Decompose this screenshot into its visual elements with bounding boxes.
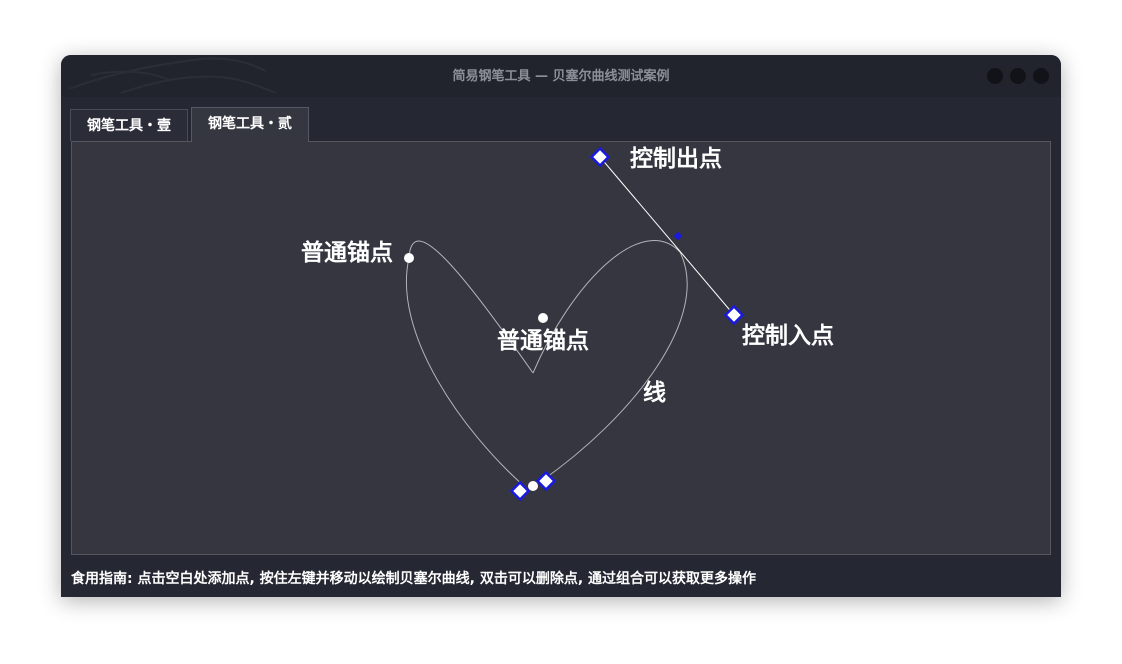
- usage-guide: 食用指南: 点击空白处添加点, 按住左键并移动以绘制贝塞尔曲线, 双击可以删除点…: [71, 571, 757, 587]
- control-handle-line: [599, 156, 735, 316]
- title-bar[interactable]: 简易钢笔工具 — 贝塞尔曲线测试案例: [61, 55, 1061, 97]
- control-point-out[interactable]: [589, 146, 611, 168]
- label-line: 线: [643, 380, 666, 406]
- window-controls: [987, 68, 1049, 84]
- control-point-bottom-right[interactable]: [535, 470, 557, 492]
- maximize-button[interactable]: [1010, 68, 1026, 84]
- close-button[interactable]: [1033, 68, 1049, 84]
- anchor-point-left[interactable]: [404, 253, 414, 263]
- minimize-button[interactable]: [987, 68, 1003, 84]
- anchor-point-center[interactable]: [538, 313, 548, 323]
- tab-pen-tool-2[interactable]: 钢笔工具・贰: [191, 107, 309, 142]
- anchor-point-bottom[interactable]: [528, 481, 538, 491]
- label-anchor-left: 普通锚点: [301, 240, 393, 266]
- control-point-bottom-left[interactable]: [509, 480, 531, 502]
- control-point-in[interactable]: [723, 304, 745, 326]
- label-control-out: 控制出点: [630, 146, 722, 172]
- handle-midpoint-marker: [673, 231, 683, 241]
- label-anchor-center: 普通锚点: [497, 328, 589, 354]
- label-control-in: 控制入点: [742, 323, 834, 349]
- app-window: 简易钢笔工具 — 贝塞尔曲线测试案例 钢笔工具・壹 钢笔工具・贰 普通锚点 普通…: [61, 55, 1061, 597]
- drawing-canvas[interactable]: 普通锚点 普通锚点 控制出点 控制入点 线: [71, 141, 1051, 555]
- bezier-curve-left[interactable]: [405, 240, 534, 487]
- window-title: 简易钢笔工具 — 贝塞尔曲线测试案例: [452, 69, 670, 84]
- tab-pen-tool-1[interactable]: 钢笔工具・壹: [70, 109, 188, 141]
- bezier-curve-right[interactable]: [532, 240, 688, 483]
